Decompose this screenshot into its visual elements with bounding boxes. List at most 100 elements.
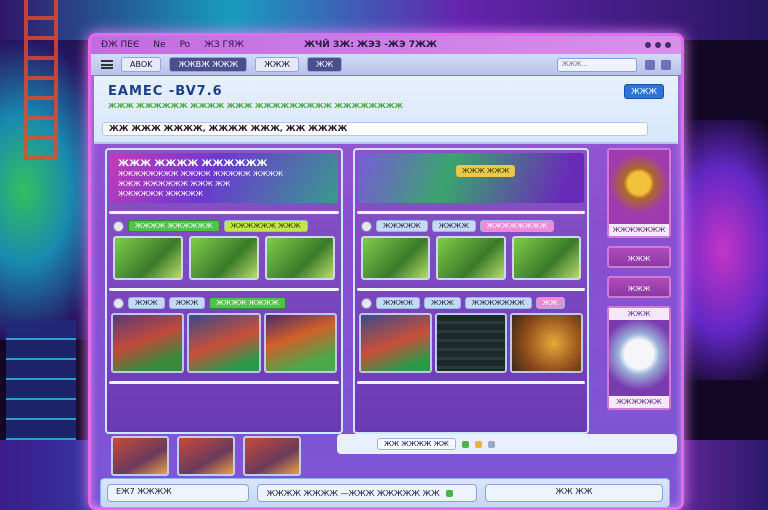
footer-field[interactable]: ЖЖЖЖ ЖЖЖЖ —ЖЖЖ ЖЖЖЖЖ ЖЖ — [257, 484, 477, 502]
user-icon[interactable] — [661, 59, 671, 70]
mini-thumbnail[interactable] — [111, 436, 169, 476]
online-status-icon — [445, 489, 453, 497]
divider — [357, 381, 585, 384]
toolbar-icons — [645, 59, 671, 70]
banner-line: ЖЖЖ ЖЖЖЖЖЖ ЖЖЖ ЖЖ — [118, 180, 231, 188]
hamburger-menu-icon[interactable] — [101, 60, 113, 69]
page-header: EAMEC -BV7.6 ЖЖЖ ЖЖЖЖЖЖ ЖЖЖЖ ЖЖЖ ЖЖЖЖЖЖЖ… — [94, 76, 678, 144]
footer-field-text: ЖЖЖЖ ЖЖЖЖ —ЖЖЖ ЖЖЖЖЖ ЖЖ — [266, 488, 440, 498]
left-panel: ЖЖЖ ЖЖЖЖ ЖЖЖЖЖЖ ЖЖЖЖЖЖЖЖ ЖЖЖЖ ЖЖЖЖЖ ЖЖЖЖ… — [105, 148, 343, 434]
main-content: ЖЖЖ ЖЖЖЖ ЖЖЖЖЖЖ ЖЖЖЖЖЖЖЖ ЖЖЖЖ ЖЖЖЖЖ ЖЖЖЖ… — [105, 148, 677, 476]
status-dot-icon — [474, 440, 482, 448]
divider — [109, 211, 339, 214]
thumbnail-row — [113, 236, 335, 280]
tag[interactable]: ЖЖЖЖ ЖЖЖЖЖЖ — [128, 220, 220, 232]
footer-field[interactable]: ЖЖ ЖЖ — [484, 484, 664, 502]
game-thumbnail[interactable] — [361, 236, 431, 280]
toolbar-item[interactable]: ЖЖЖ — [255, 57, 299, 72]
thumbnail-row — [361, 236, 581, 280]
banner-title: ЖЖЖ ЖЖЖЖ ЖЖЖЖЖЖ — [118, 159, 268, 169]
close-icon[interactable] — [665, 42, 671, 48]
headline-bar: ЖЖ ЖЖЖ ЖЖЖЖ, ЖЖЖЖ ЖЖЖ, ЖЖ ЖЖЖЖ — [102, 122, 648, 136]
promo-banner[interactable]: ЖЖЖ ЖЖЖЖ ЖЖЖЖЖЖ ЖЖЖЖЖЖЖЖ ЖЖЖЖ ЖЖЖЖЖ ЖЖЖЖ… — [110, 153, 338, 203]
character-portrait — [609, 320, 669, 396]
page-title: EAMEC -BV7.6 — [108, 84, 223, 99]
avatar-icon — [361, 220, 372, 232]
tag[interactable]: ЖЖЖЖЖЖ ЖЖЖ — [223, 220, 308, 232]
divider — [109, 288, 339, 291]
character-card[interactable] — [359, 313, 432, 373]
tag[interactable]: ЖЖЖЖЖ — [376, 220, 428, 232]
action-button[interactable]: ЖЖ ЖЖЖЖ ЖЖ — [377, 438, 456, 450]
game-thumbnail[interactable] — [436, 236, 506, 280]
tag[interactable]: ЖЖ — [535, 297, 565, 309]
tag[interactable]: ЖЖЖЖ — [431, 220, 476, 232]
character-card[interactable] — [510, 313, 584, 373]
tag[interactable]: ЖЖЖ — [128, 297, 165, 309]
tag[interactable]: ЖЖЖ — [168, 297, 206, 309]
footer-field[interactable]: ЕЖ7 ЖЖЖЖ — [107, 484, 250, 502]
game-thumbnail[interactable] — [189, 236, 259, 280]
middle-panel: ЖЖЖ ЖЖЖ ЖЖЖЖЖ ЖЖЖЖ ЖЖЖЖЖЖЖЖ ЖЖЖЖ ЖЖЖ ЖЖЖ… — [353, 148, 589, 434]
titlebar-item[interactable]: Ne — [153, 40, 165, 50]
footer-bar: ЕЖ7 ЖЖЖЖ ЖЖЖЖ ЖЖЖЖ —ЖЖЖ ЖЖЖЖЖ ЖЖ ЖЖ ЖЖ — [100, 478, 670, 508]
titlebar-item[interactable]: Po — [180, 40, 191, 50]
divider — [109, 381, 339, 384]
sidebar-card-label: ЖЖЖ — [609, 308, 669, 320]
sidebar-button[interactable]: ЖЖЖ — [607, 276, 671, 298]
mini-thumbnail[interactable] — [243, 436, 301, 476]
tag[interactable]: ЖЖЖЖ ЖЖЖЖ — [209, 297, 286, 309]
background-ladder — [24, 0, 58, 160]
tag-row: ЖЖЖ ЖЖЖ ЖЖЖЖ ЖЖЖЖ — [113, 297, 335, 309]
divider — [357, 211, 585, 214]
tag-row: ЖЖЖЖЖ ЖЖЖЖ ЖЖЖЖЖЖЖЖ — [361, 220, 581, 232]
character-card[interactable] — [187, 313, 261, 373]
right-sidebar: ЖЖЖЖЖЖЖ ЖЖЖ ЖЖЖ ЖЖЖ ЖЖЖЖЖЖ — [607, 148, 677, 438]
maximize-icon[interactable] — [655, 42, 661, 48]
window-title: ЖЧЙ ЗЖ: ЖЭЗ -ЖЭ 7ЖЖ — [303, 40, 437, 50]
tag[interactable]: ЖЖЖЖ — [376, 297, 421, 309]
tag-row: ЖЖЖЖ ЖЖЖЖЖЖ ЖЖЖЖЖЖ ЖЖЖ — [113, 220, 335, 232]
settings-icon[interactable] — [645, 59, 655, 70]
character-card[interactable] — [111, 313, 185, 373]
tag[interactable]: ЖЖЖЖЖЖЖЖ — [479, 220, 555, 232]
character-card[interactable] — [434, 313, 508, 373]
window-titlebar: ÐЖ ПЕЄ Ne Po ЖЗ ГЯЖ ЖЧЙ ЗЖ: ЖЭЗ -ЖЭ 7ЖЖ — [91, 36, 681, 54]
toolbar-item[interactable]: ЖЖ — [306, 57, 343, 72]
character-card-strip — [359, 313, 584, 373]
minimize-icon[interactable] — [645, 42, 651, 48]
background-shelf — [6, 320, 76, 460]
titlebar-left-items: ÐЖ ПЕЄ Ne Po ЖЗ ГЯЖ — [101, 40, 244, 50]
character-portrait — [609, 150, 669, 224]
tag[interactable]: ЖЖЖЖЖЖЖ — [464, 297, 532, 309]
status-dot-icon — [461, 440, 469, 448]
window-controls — [645, 42, 671, 48]
mini-thumbnail[interactable] — [177, 436, 235, 476]
promo-banner[interactable]: ЖЖЖ ЖЖЖ — [358, 153, 584, 203]
titlebar-item[interactable]: ЖЗ ГЯЖ — [204, 40, 244, 50]
search-input[interactable] — [557, 57, 637, 72]
banner-line: ЖЖЖЖЖЖ ЖЖЖЖЖ — [118, 190, 204, 198]
titlebar-item[interactable]: ÐЖ ПЕЄ — [101, 40, 139, 50]
banner-line: ЖЖЖЖЖЖЖЖ ЖЖЖЖ ЖЖЖЖЖ ЖЖЖЖ — [118, 170, 284, 178]
game-thumbnail[interactable] — [265, 236, 335, 280]
sidebar-button[interactable]: ЖЖЖ — [607, 246, 671, 268]
toolbar-item[interactable]: ЖЖВЖ ЖЖЖ — [169, 57, 248, 72]
character-card-strip — [111, 313, 337, 373]
mini-thumbnail-row — [111, 436, 301, 476]
sidebar-card-skull[interactable]: ЖЖЖ ЖЖЖЖЖЖ — [607, 306, 671, 410]
banner-pill[interactable]: ЖЖЖ ЖЖЖ — [456, 165, 516, 177]
avatar-icon — [361, 297, 372, 309]
game-thumbnail[interactable] — [511, 236, 581, 280]
header-button[interactable]: ЖЖЖ — [624, 84, 664, 99]
avatar-icon — [113, 220, 124, 232]
sidebar-card-label: ЖЖЖЖЖЖЖ — [609, 224, 669, 236]
game-thumbnail[interactable] — [113, 236, 183, 280]
character-card[interactable] — [263, 313, 337, 373]
app-window: ÐЖ ПЕЄ Ne Po ЖЗ ГЯЖ ЖЧЙ ЗЖ: ЖЭЗ -ЖЭ 7ЖЖ … — [88, 33, 684, 510]
tag-row: ЖЖЖЖ ЖЖЖ ЖЖЖЖЖЖЖ ЖЖ — [361, 297, 581, 309]
tag[interactable]: ЖЖЖ — [424, 297, 461, 309]
sidebar-card-featured[interactable]: ЖЖЖЖЖЖЖ — [607, 148, 671, 238]
toolbar-item[interactable]: ABOK — [121, 57, 162, 72]
avatar-icon — [113, 297, 124, 309]
